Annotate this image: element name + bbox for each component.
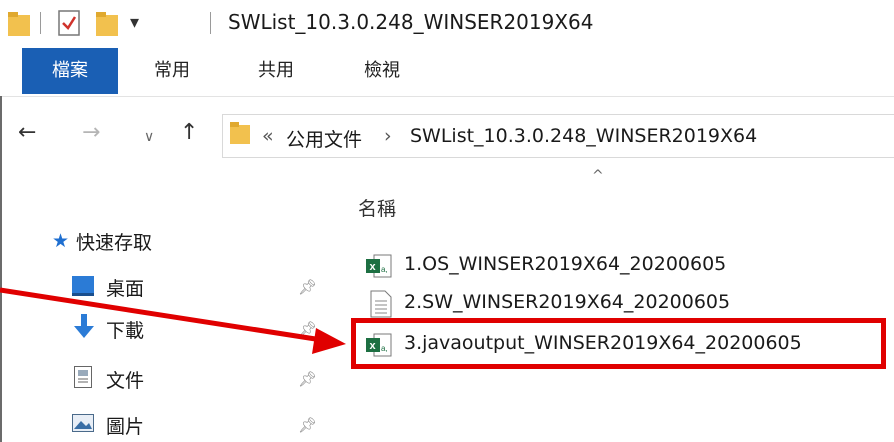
ribbon xyxy=(0,48,894,97)
breadcrumb-separator[interactable]: › xyxy=(384,125,392,147)
file-name: 1.OS_WINSER2019X64_20200605 xyxy=(404,253,727,275)
annotation-arrow-icon xyxy=(0,287,346,354)
new-folder-icon[interactable] xyxy=(96,12,118,36)
tab-share[interactable]: 共用 xyxy=(246,48,306,94)
pin-icon[interactable]: 📌︎ xyxy=(298,370,317,388)
nav-item-label: 圖片 xyxy=(106,416,145,438)
back-icon[interactable]: ← xyxy=(18,122,36,144)
nav-item-quick-access[interactable]: ★ 快速存取 xyxy=(52,228,292,258)
breadcrumb-overflow[interactable]: « xyxy=(262,125,274,147)
tab-view[interactable]: 檢視 xyxy=(352,48,412,94)
recent-locations-chevron-down-icon[interactable]: ∨ xyxy=(144,126,154,148)
column-header-name[interactable]: 名稱 xyxy=(358,194,396,221)
window-left-edge xyxy=(0,96,2,442)
properties-icon[interactable] xyxy=(58,10,80,36)
nav-item-pictures[interactable]: 圖片 📌︎ xyxy=(72,410,317,440)
star-icon: ★ xyxy=(52,230,70,252)
window-title: SWList_10.3.0.248_WINSER2019X64 xyxy=(228,10,594,34)
folder-icon[interactable] xyxy=(8,12,30,36)
quick-access-toolbar-dropdown[interactable]: ▾ xyxy=(130,12,139,33)
svg-text:x: x xyxy=(370,261,377,273)
toolbar-separator xyxy=(210,12,211,34)
forward-icon[interactable]: → xyxy=(82,122,100,144)
nav-item-label: 快速存取 xyxy=(76,232,153,254)
excel-csv-icon: x a, xyxy=(366,254,392,278)
tab-home[interactable]: 常用 xyxy=(142,48,202,94)
pin-icon[interactable]: 📌︎ xyxy=(298,416,317,434)
svg-text:a,: a, xyxy=(381,265,388,274)
breadcrumb-item-current-folder[interactable]: SWList_10.3.0.248_WINSER2019X64 xyxy=(410,125,757,147)
text-file-icon xyxy=(370,290,392,318)
tab-file[interactable]: 檔案 xyxy=(22,48,118,94)
highlight-box xyxy=(351,318,886,369)
file-row[interactable]: 2.SW_WINSER2019X64_20200605 xyxy=(364,288,824,320)
pictures-icon xyxy=(72,414,94,432)
folder-icon xyxy=(230,122,250,144)
title-bar: ▾ SWList_10.3.0.248_WINSER2019X64 xyxy=(0,0,894,48)
file-row[interactable]: x a, 1.OS_WINSER2019X64_20200605 xyxy=(364,250,824,282)
up-icon[interactable]: ↑ xyxy=(180,122,198,144)
sort-ascending-icon: ^ xyxy=(592,168,604,184)
toolbar-separator xyxy=(40,12,41,34)
breadcrumb-item-public-documents[interactable]: 公用文件 xyxy=(286,125,362,152)
file-name: 2.SW_WINSER2019X64_20200605 xyxy=(404,291,731,313)
nav-item-label: 文件 xyxy=(106,370,145,392)
